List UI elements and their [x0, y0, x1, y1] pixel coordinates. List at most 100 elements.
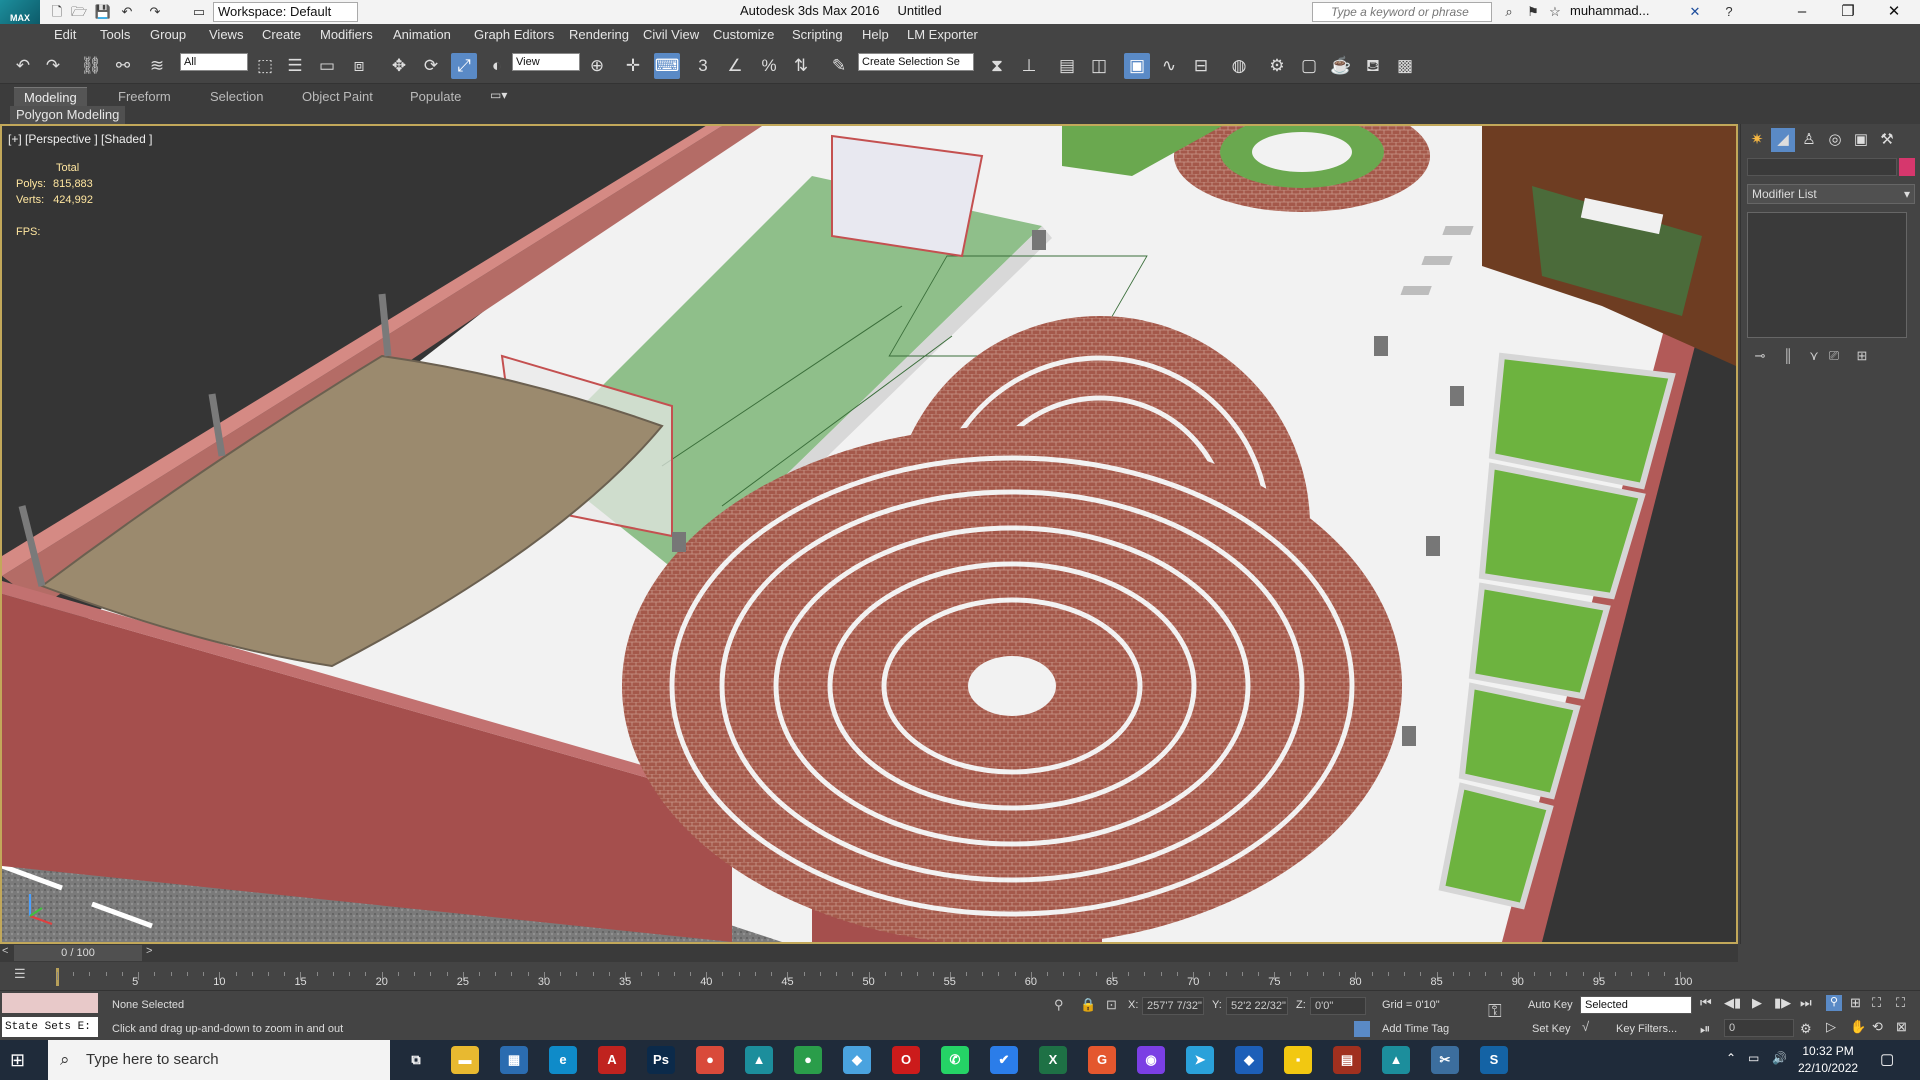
edge-icon[interactable]: e: [549, 1046, 577, 1074]
mirror-icon[interactable]: ⧗: [984, 53, 1010, 79]
todo-icon[interactable]: ✔: [990, 1046, 1018, 1074]
maxscript-listener-mini[interactable]: [2, 993, 98, 1013]
modify-tab-icon[interactable]: ◢: [1771, 128, 1795, 152]
orbit-icon[interactable]: ⟲: [1872, 1019, 1883, 1035]
task-view-icon[interactable]: ⧉: [402, 1046, 430, 1074]
grammarly-icon[interactable]: G: [1088, 1046, 1116, 1074]
redo-icon[interactable]: ↷: [40, 53, 66, 79]
reference-coordinate-dropdown[interactable]: View: [512, 53, 580, 71]
key-mode-dropdown[interactable]: Selected: [1580, 996, 1692, 1014]
menu-modifiers[interactable]: Modifiers: [320, 27, 373, 42]
object-color-swatch[interactable]: [1899, 158, 1915, 176]
z-coordinate-field[interactable]: 0'0": [1310, 997, 1366, 1015]
maximize-viewport-icon[interactable]: ⊠: [1896, 1019, 1907, 1035]
redo-icon[interactable]: ↷: [146, 3, 164, 21]
network-icon[interactable]: ▭: [1748, 1051, 1759, 1065]
link-icon[interactable]: ⛓: [78, 53, 104, 79]
menu-group[interactable]: Group: [150, 27, 186, 42]
windows-start-icon[interactable]: ⊞: [10, 1050, 32, 1070]
chrome-icon[interactable]: ●: [696, 1046, 724, 1074]
keyboard-shortcut-override-icon[interactable]: ⌨: [654, 53, 680, 79]
current-frame-field[interactable]: 0: [1724, 1019, 1794, 1037]
material-editor-icon[interactable]: ◍: [1226, 53, 1252, 79]
rectangular-selection-icon[interactable]: ▭: [314, 53, 340, 79]
remove-modifier-icon[interactable]: ⎚: [1823, 346, 1845, 366]
pan-icon[interactable]: ✋: [1850, 1019, 1866, 1035]
set-key-button[interactable]: Set Key: [1532, 1023, 1571, 1035]
previous-frame-icon[interactable]: ◀▮: [1724, 995, 1741, 1011]
tab-freeform[interactable]: Freeform: [108, 87, 181, 107]
podcast-icon[interactable]: ◉: [1137, 1046, 1165, 1074]
state-sets-field[interactable]: State Sets E:: [2, 1017, 98, 1037]
configure-modifier-sets-icon[interactable]: ⊞: [1851, 346, 1873, 366]
menu-lm-exporter[interactable]: LM Exporter: [907, 27, 978, 42]
telegram-icon[interactable]: ➤: [1186, 1046, 1214, 1074]
add-time-tag[interactable]: Add Time Tag: [1382, 1023, 1449, 1035]
calculator-icon[interactable]: ▦: [500, 1046, 528, 1074]
project-folder-icon[interactable]: ▭: [190, 3, 208, 21]
show-end-result-icon[interactable]: ║: [1777, 346, 1799, 366]
zoom-icon[interactable]: ⚲: [1826, 995, 1842, 1011]
percent-snap-icon[interactable]: %: [756, 53, 782, 79]
photoshop-icon[interactable]: Ps: [647, 1046, 675, 1074]
new-file-icon[interactable]: 🗋: [48, 3, 66, 21]
time-tag-icon[interactable]: [1354, 1021, 1370, 1037]
snaps-toggle-icon[interactable]: 3: [690, 53, 716, 79]
go-to-start-icon[interactable]: ⏮: [1700, 995, 1712, 1011]
play-icon[interactable]: ▶: [1752, 995, 1762, 1011]
close-button[interactable]: ✕: [1872, 0, 1916, 24]
tab-modeling[interactable]: Modeling: [14, 87, 87, 107]
lock-selection-icon[interactable]: 🔒: [1080, 997, 1096, 1013]
file-explorer-icon[interactable]: ▬: [451, 1046, 479, 1074]
unlink-icon[interactable]: ⚯: [110, 53, 136, 79]
restore-button[interactable]: ❐: [1826, 0, 1870, 24]
layer-explorer-icon[interactable]: ◫: [1086, 53, 1112, 79]
open-file-icon[interactable]: 🗁: [70, 3, 88, 21]
move-icon[interactable]: ✥: [386, 53, 412, 79]
bind-spacewarp-icon[interactable]: ≋: [144, 53, 170, 79]
notifications-icon[interactable]: ▢: [1880, 1050, 1894, 1068]
sketchup-icon[interactable]: S: [1480, 1046, 1508, 1074]
zoom-all-icon[interactable]: ⊞: [1850, 995, 1861, 1011]
hierarchy-tab-icon[interactable]: ♙: [1797, 128, 1821, 152]
tab-selection[interactable]: Selection: [200, 87, 273, 107]
menu-edit[interactable]: Edit: [54, 27, 76, 42]
render-setup-icon[interactable]: ⚙: [1264, 53, 1290, 79]
rendered-frame-window-icon[interactable]: ▢: [1296, 53, 1322, 79]
render-iterative-icon[interactable]: ⛾: [1360, 53, 1386, 79]
zoom-extents-all-icon[interactable]: ⛶: [1896, 995, 1905, 1011]
make-unique-icon[interactable]: ⋎: [1803, 346, 1825, 366]
selection-filter-dropdown[interactable]: All: [180, 53, 248, 71]
set-key-icon[interactable]: √: [1582, 1019, 1589, 1034]
window-crossing-icon[interactable]: ⧈: [346, 53, 372, 79]
display-tab-icon[interactable]: ▣: [1849, 128, 1873, 152]
a360-render-icon[interactable]: ▩: [1392, 53, 1418, 79]
cube-icon[interactable]: ◆: [1235, 1046, 1263, 1074]
time-configuration-icon[interactable]: ⚙: [1800, 1021, 1812, 1037]
object-name-field[interactable]: [1747, 158, 1897, 176]
menu-tools[interactable]: Tools: [100, 27, 130, 42]
communication-center-icon[interactable]: ⚑: [1524, 3, 1542, 21]
undo-icon[interactable]: ↶: [10, 53, 36, 79]
pivot-center-icon[interactable]: ⊕: [584, 53, 610, 79]
help-search-input[interactable]: Type a keyword or phrase: [1312, 2, 1492, 22]
track-bar[interactable]: ☰ 5 10 15 20 25 30 35 40 45 50 55 60 65 70 75 80 85 90 95 1…: [0, 962, 1738, 990]
menu-help[interactable]: Help: [862, 27, 889, 42]
chrome-alt-icon[interactable]: ●: [794, 1046, 822, 1074]
tab-object-paint[interactable]: Object Paint: [292, 87, 383, 107]
key-filters-button[interactable]: Key Filters...: [1616, 1023, 1677, 1035]
user-account[interactable]: muhammad...: [1570, 3, 1649, 18]
menu-create[interactable]: Create: [262, 27, 301, 42]
align-icon[interactable]: ⊥: [1016, 53, 1042, 79]
tab-populate[interactable]: Populate: [400, 87, 471, 107]
time-slider-prev-icon[interactable]: <: [2, 945, 8, 957]
create-tab-icon[interactable]: ✷: [1745, 128, 1769, 152]
viewport-label-menu[interactable]: [+] [Perspective ] [Shaded ]: [8, 132, 152, 146]
time-slider[interactable]: < 0 / 100 >: [0, 944, 1738, 962]
favorites-icon[interactable]: ☆: [1546, 3, 1564, 21]
transform-type-in-icon[interactable]: ⊡: [1106, 997, 1117, 1013]
snipping-icon[interactable]: ✂: [1431, 1046, 1459, 1074]
whatsapp-icon[interactable]: ✆: [941, 1046, 969, 1074]
go-to-end-icon[interactable]: ⏭: [1800, 995, 1812, 1011]
named-selection-sets-dropdown[interactable]: Create Selection Se: [858, 53, 974, 71]
